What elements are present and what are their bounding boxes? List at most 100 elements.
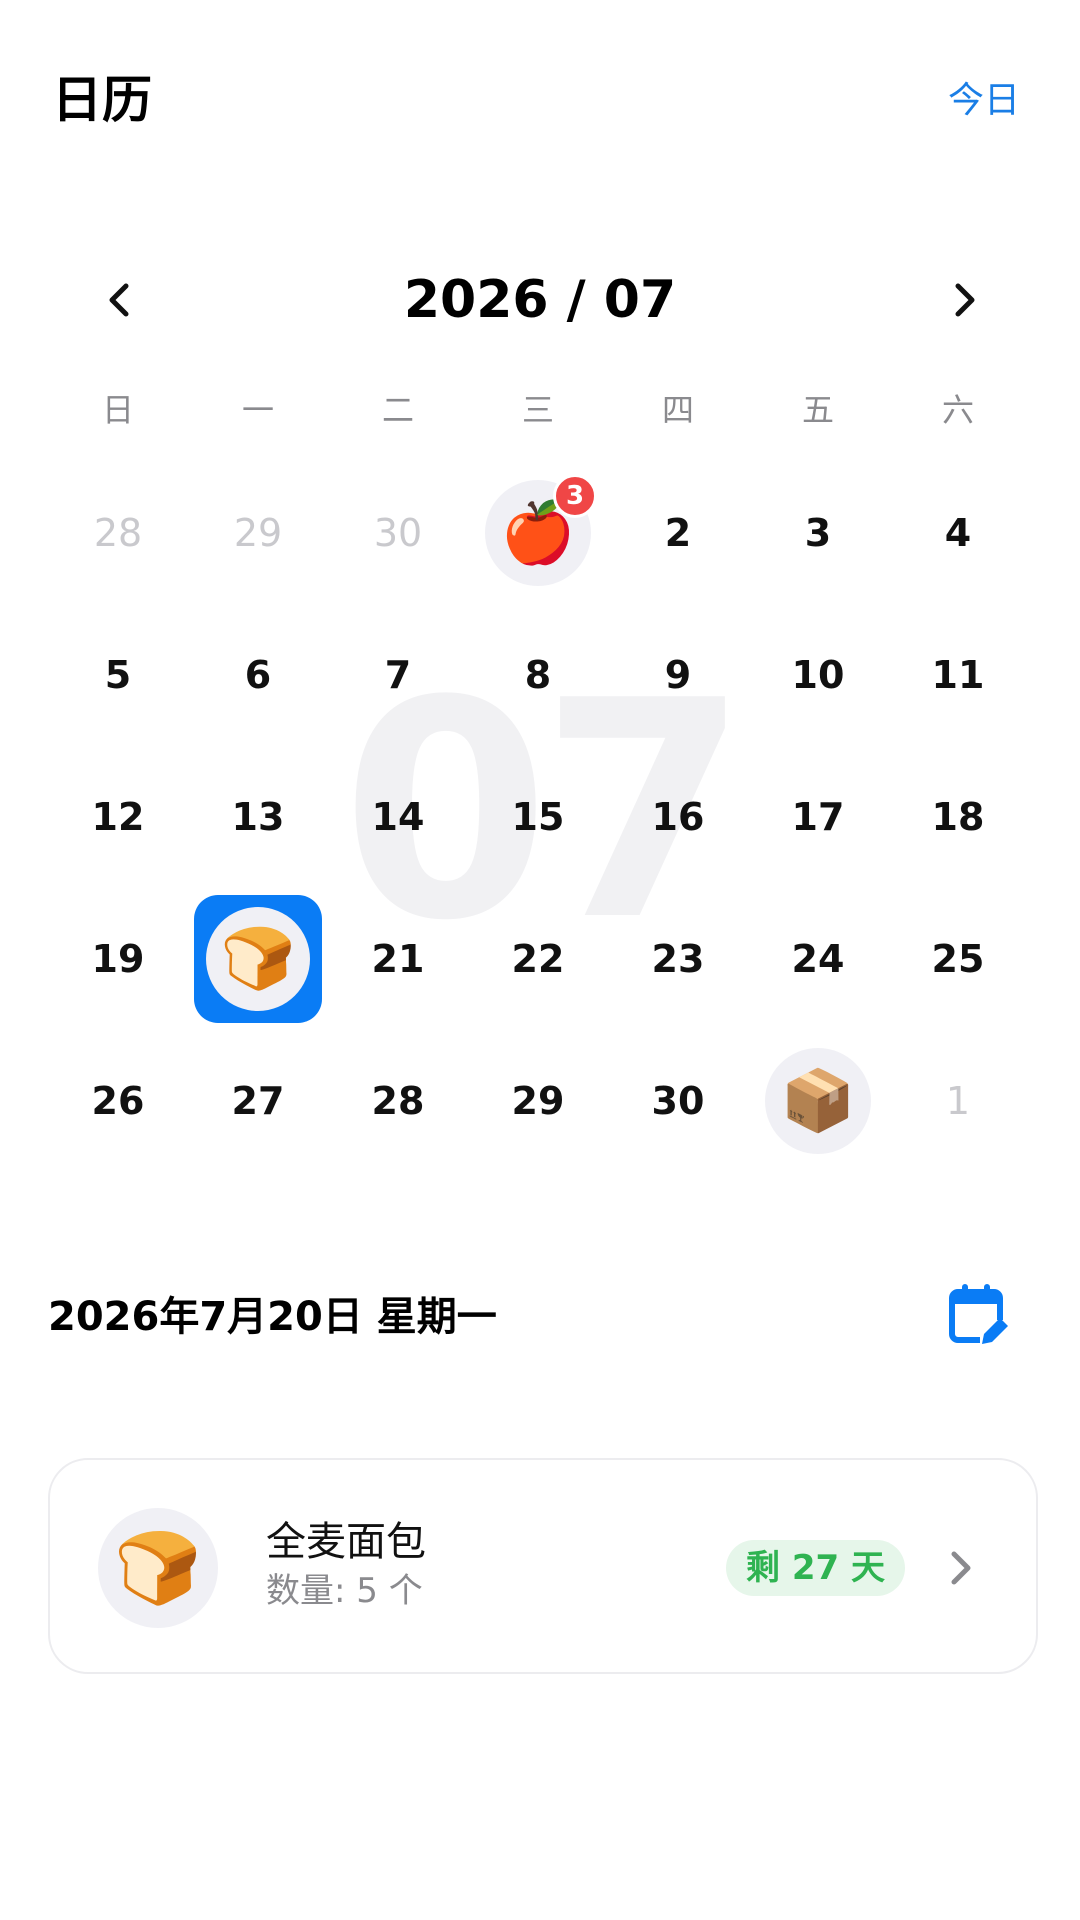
calendar-day-1[interactable]: 1 [888,1030,1028,1172]
day-number: 7 [384,653,412,697]
day-number: 11 [931,653,985,697]
month-navigation: 2026 / 07 [0,260,1080,340]
day-grid: 07 28 29 30 🍎 3 2 3 4 5 6 7 8 9 10 11 12 13 14 15 16 17 18 19 🍞… [48,462,1032,1172]
day-number: 1 [945,1079,971,1123]
day-number: 29 [233,511,283,555]
day-number: 23 [651,937,705,981]
calendar-day-21[interactable]: 21 [328,888,468,1030]
day-number: 15 [511,795,565,839]
calendar-day-1[interactable]: 🍎 3 [468,462,608,604]
calendar-day-15[interactable]: 15 [468,746,608,888]
day-number: 18 [931,795,985,839]
selected-day-inner: 🍞 [206,907,310,1011]
day-number: 3 [804,511,832,555]
selected-date-row: 2026年7月20日 星期一 [48,1280,1032,1350]
day-number: 17 [791,795,845,839]
day-number: 4 [944,511,972,555]
weekday-label: 二 [381,391,414,429]
weekday-label: 六 [941,391,974,429]
calendar: 日一二三四五六 07 28 29 30 🍎 3 2 3 4 5 6 7 8 9 10 11 12 13 14 15 1… [48,380,1032,1172]
calendar-day-12[interactable]: 12 [48,746,188,888]
calendar-day-27[interactable]: 27 [188,1030,328,1172]
day-number: 19 [91,937,145,981]
calendar-day-13[interactable]: 13 [188,746,328,888]
calendar-day-7[interactable]: 7 [328,604,468,746]
day-number: 22 [511,937,565,981]
calendar-day-14[interactable]: 14 [328,746,468,888]
calendar-day-29[interactable]: 29 [188,462,328,604]
item-emoji-icon: 🍞 [220,924,296,994]
day-number: 29 [511,1079,565,1123]
day-number: 10 [791,653,845,697]
day-number: 28 [371,1079,425,1123]
day-number: 13 [231,795,285,839]
item-card[interactable]: 🍞 全麦面包 数量: 5 个 剩 27 天 [48,1458,1038,1674]
day-item-marker: 📦 [765,1048,871,1154]
calendar-day-11[interactable]: 11 [888,604,1028,746]
calendar-day-3[interactable]: 3 [748,462,888,604]
calendar-edit-icon[interactable] [942,1280,1012,1350]
month-label: 2026 / 07 [403,270,677,330]
selected-day-marker: 🍞 [194,895,322,1023]
weekday-label: 日 [101,391,134,429]
weekday-label: 三 [521,391,554,429]
calendar-day-28[interactable]: 28 [328,1030,468,1172]
app-header: 日历 今日 [0,0,1080,200]
day-number: 14 [371,795,425,839]
item-emoji-icon: 📦 [780,1066,856,1136]
day-item-marker: 🍎 3 [485,474,597,586]
calendar-day-5[interactable]: 5 [48,604,188,746]
weekday-label: 一 [241,391,274,429]
day-number: 30 [373,511,423,555]
calendar-day-30[interactable]: 30 [608,1030,748,1172]
calendar-day-22[interactable]: 22 [468,888,608,1030]
weekday-label: 五 [801,391,834,429]
today-button[interactable]: 今日 [948,78,1020,124]
calendar-day-20[interactable]: 🍞 [188,888,328,1030]
calendar-day-2[interactable]: 2 [608,462,748,604]
day-number: 5 [104,653,132,697]
calendar-day-25[interactable]: 25 [888,888,1028,1030]
calendar-day-9[interactable]: 9 [608,604,748,746]
selected-date-label: 2026年7月20日 星期一 [48,1294,497,1340]
chevron-right-icon [955,283,975,317]
weekday-label: 四 [661,391,694,429]
remaining-days-badge: 剩 27 天 [726,1540,905,1596]
calendar-day-18[interactable]: 18 [888,746,1028,888]
day-number: 27 [231,1079,285,1123]
chevron-right-icon [951,1551,971,1585]
calendar-day-17[interactable]: 17 [748,746,888,888]
day-number: 12 [91,795,145,839]
calendar-day-16[interactable]: 16 [608,746,748,888]
item-icon: 🍞 [98,1508,218,1628]
calendar-day-26[interactable]: 26 [48,1030,188,1172]
day-number: 26 [91,1079,145,1123]
item-name: 全麦面包 [266,1519,426,1565]
calendar-page: 日历 今日 2026 / 07 日一二三四五六 07 28 29 30 🍎 3 2 3 4 5 6… [0,0,1080,1920]
day-number: 30 [651,1079,705,1123]
calendar-day-30[interactable]: 30 [328,462,468,604]
day-number: 25 [931,937,985,981]
item-count-badge: 3 [553,474,597,518]
calendar-day-8[interactable]: 8 [468,604,608,746]
day-number: 16 [651,795,705,839]
calendar-day-19[interactable]: 19 [48,888,188,1030]
calendar-day-24[interactable]: 24 [748,888,888,1030]
page-title: 日历 [52,71,152,129]
day-number: 9 [664,653,692,697]
day-number: 8 [524,653,552,697]
day-number: 2 [664,511,692,555]
day-number: 28 [93,511,143,555]
calendar-day-4[interactable]: 4 [888,462,1028,604]
calendar-day-23[interactable]: 23 [608,888,748,1030]
calendar-day-31[interactable]: 📦 [748,1030,888,1172]
calendar-day-28[interactable]: 28 [48,462,188,604]
day-number: 24 [791,937,845,981]
day-number: 6 [244,653,272,697]
calendar-day-29[interactable]: 29 [468,1030,608,1172]
day-number: 21 [371,937,425,981]
calendar-day-10[interactable]: 10 [748,604,888,746]
item-quantity: 数量: 5 个 [266,1571,423,1611]
next-month-button[interactable] [936,272,992,328]
calendar-day-6[interactable]: 6 [188,604,328,746]
